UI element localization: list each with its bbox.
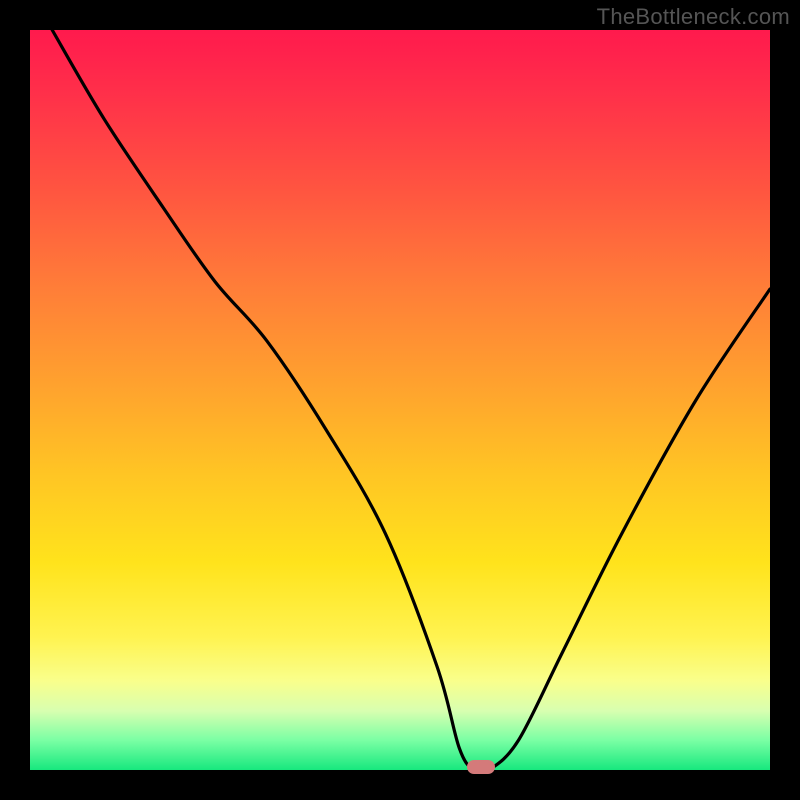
watermark-text: TheBottleneck.com [597, 4, 790, 30]
bottleneck-curve [52, 30, 770, 770]
chart-frame [30, 30, 770, 770]
chart-curve-svg [30, 30, 770, 770]
optimal-marker [467, 760, 495, 774]
